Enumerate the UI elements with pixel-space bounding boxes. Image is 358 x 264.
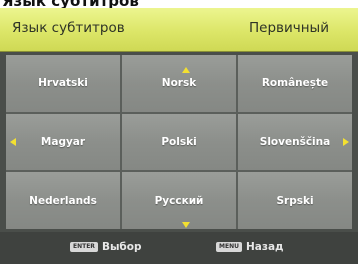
menu-key-icon: MENU bbox=[216, 242, 242, 252]
arrow-left-icon[interactable] bbox=[10, 138, 16, 146]
arrow-down-icon[interactable] bbox=[182, 222, 190, 228]
select-hint: ENTER Выбор bbox=[70, 241, 142, 253]
arrow-right-icon[interactable] bbox=[343, 138, 349, 146]
footer-bar: ENTER Выбор MENU Назад bbox=[0, 232, 358, 264]
back-hint-label: Назад bbox=[245, 241, 284, 253]
select-hint-label: Выбор bbox=[101, 241, 142, 253]
language-option[interactable]: Norsk bbox=[122, 55, 236, 112]
enter-key-icon: ENTER bbox=[70, 242, 98, 252]
language-option[interactable]: Slovenščina bbox=[238, 113, 352, 171]
language-option[interactable]: Hrvatski bbox=[6, 55, 120, 112]
subtitle-language-header[interactable]: Язык субтитров Первичный bbox=[0, 8, 358, 52]
header-label: Язык субтитров bbox=[12, 20, 125, 36]
page-title: Язык субтитров bbox=[0, 0, 358, 8]
language-option[interactable]: Русский bbox=[122, 172, 236, 229]
language-option[interactable]: Magyar bbox=[6, 113, 120, 171]
language-grid: Hrvatski Norsk Românește Magyar Polski S… bbox=[6, 55, 352, 229]
arrow-up-icon[interactable] bbox=[182, 67, 190, 73]
language-option[interactable]: Srpski bbox=[238, 172, 352, 229]
language-option[interactable]: Românește bbox=[238, 55, 352, 112]
back-hint: MENU Назад bbox=[216, 241, 284, 253]
header-value: Первичный bbox=[249, 20, 329, 36]
language-option[interactable]: Nederlands bbox=[6, 172, 120, 229]
language-option[interactable]: Polski bbox=[122, 113, 236, 171]
